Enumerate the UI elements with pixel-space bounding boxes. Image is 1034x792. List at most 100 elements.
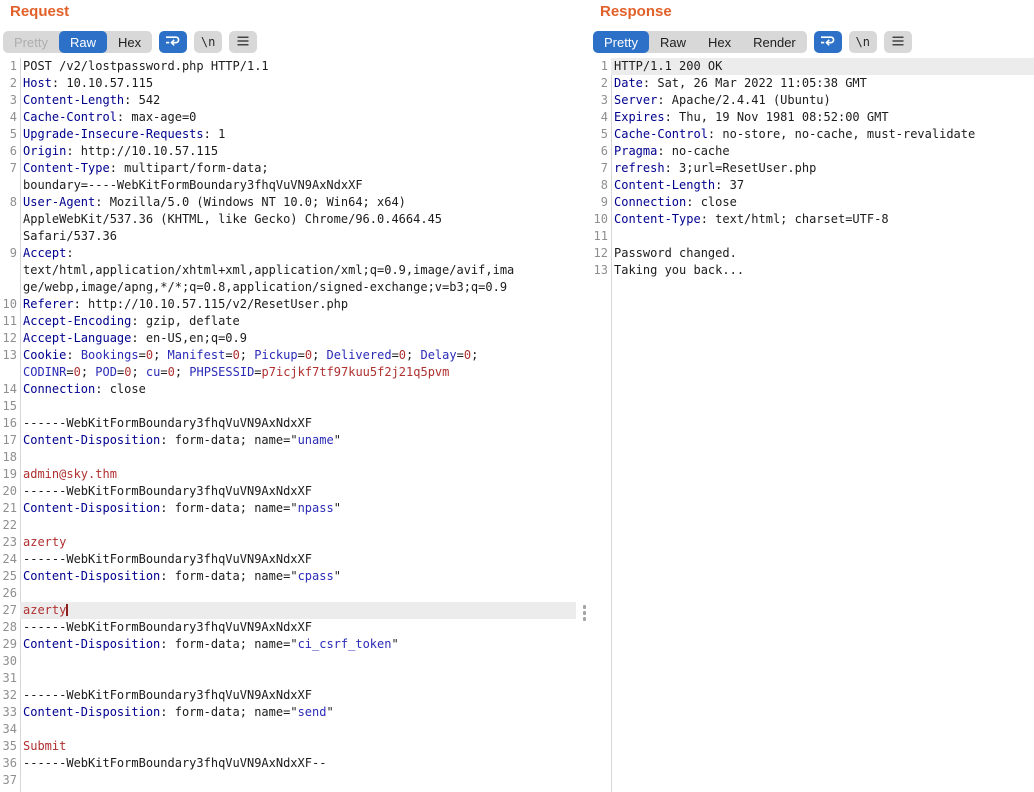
line-number: 13 (590, 262, 611, 279)
code-row[interactable]: 32------WebKitFormBoundary3fhqVuVN9AxNdx… (0, 687, 576, 704)
request-view-tabs: PrettyRawHex (3, 31, 152, 53)
line-number: 9 (590, 194, 611, 211)
line-number: 5 (590, 126, 611, 143)
code-row[interactable]: 24------WebKitFormBoundary3fhqVuVN9AxNdx… (0, 551, 576, 568)
editor-menu-button[interactable] (229, 31, 257, 53)
code-row[interactable]: 28------WebKitFormBoundary3fhqVuVN9AxNdx… (0, 619, 576, 636)
code-row[interactable]: 33Content-Disposition: form-data; name="… (0, 704, 576, 721)
line-number: 7 (590, 160, 611, 177)
code-row[interactable]: 10Content-Type: text/html; charset=UTF-8 (590, 211, 1034, 228)
show-newlines-button[interactable]: \n (194, 31, 222, 53)
code-row[interactable]: 17Content-Disposition: form-data; name="… (0, 432, 576, 449)
code-row[interactable]: 7refresh: 3;url=ResetUser.php (590, 160, 1034, 177)
code-row[interactable]: 1HTTP/1.1 200 OK (590, 58, 1034, 75)
line-number (0, 177, 20, 194)
line-number: 1 (0, 58, 20, 75)
line-number: 6 (0, 143, 20, 160)
code-row[interactable]: 5Cache-Control: no-store, no-cache, must… (590, 126, 1034, 143)
line-number: 28 (0, 619, 20, 636)
code-row[interactable]: 21Content-Disposition: form-data; name="… (0, 500, 576, 517)
code-row[interactable]: 1POST /v2/lostpassword.php HTTP/1.1 (0, 58, 576, 75)
request-editor[interactable]: 1POST /v2/lostpassword.php HTTP/1.12Host… (0, 58, 576, 792)
code-row[interactable]: 7Content-Type: multipart/form-data; (0, 160, 576, 177)
code-row[interactable]: 8Content-Length: 37 (590, 177, 1034, 194)
request-tab-pretty[interactable]: Pretty (3, 31, 59, 53)
request-tab-hex[interactable]: Hex (107, 31, 152, 53)
code-row[interactable]: boundary=----WebKitFormBoundary3fhqVuVN9… (0, 177, 576, 194)
editor-menu-button[interactable] (884, 31, 912, 53)
response-toolbar: PrettyRawHexRender \n (593, 31, 912, 53)
code-row[interactable]: 4Cache-Control: max-age=0 (0, 109, 576, 126)
code-row[interactable]: 31 (0, 670, 576, 687)
code-row[interactable]: 12Accept-Language: en-US,en;q=0.9 (0, 330, 576, 347)
code-row[interactable]: 26 (0, 585, 576, 602)
code-row[interactable]: CODINR=0; POD=0; cu=0; PHPSESSID=p7icjkf… (0, 364, 576, 381)
request-panel: Request PrettyRawHex \n (0, 0, 588, 792)
code-row[interactable]: 37 (0, 772, 576, 789)
response-tab-render[interactable]: Render (742, 31, 807, 53)
code-row[interactable]: 30 (0, 653, 576, 670)
code-row[interactable]: Safari/537.36 (0, 228, 576, 245)
code-row[interactable]: 14Connection: close (0, 381, 576, 398)
code-row[interactable]: 27azerty (0, 602, 576, 619)
response-tab-pretty[interactable]: Pretty (593, 31, 649, 53)
code-row[interactable]: AppleWebKit/537.36 (KHTML, like Gecko) C… (0, 211, 576, 228)
code-row[interactable]: 6Origin: http://10.10.57.115 (0, 143, 576, 160)
code-row[interactable]: 3Content-Length: 542 (0, 92, 576, 109)
code-row[interactable]: 12Password changed. (590, 245, 1034, 262)
line-number: 1 (590, 58, 611, 75)
hamburger-menu-icon (236, 35, 250, 50)
code-row[interactable]: 13Taking you back... (590, 262, 1034, 279)
code-row[interactable]: 34 (0, 721, 576, 738)
code-row[interactable]: 35Submit (0, 738, 576, 755)
code-row[interactable]: 15 (0, 398, 576, 415)
wrap-lines-icon (820, 34, 836, 50)
code-row[interactable]: 36------WebKitFormBoundary3fhqVuVN9AxNdx… (0, 755, 576, 772)
line-number: 8 (590, 177, 611, 194)
response-panel: Response PrettyRawHexRender \n (590, 0, 1034, 792)
code-row[interactable]: 29Content-Disposition: form-data; name="… (0, 636, 576, 653)
code-row[interactable]: 5Upgrade-Insecure-Requests: 1 (0, 126, 576, 143)
code-row[interactable]: 6Pragma: no-cache (590, 143, 1034, 160)
line-number (0, 279, 20, 296)
code-row[interactable]: 13Cookie: Bookings=0; Manifest=0; Pickup… (0, 347, 576, 364)
code-row[interactable]: 9Connection: close (590, 194, 1034, 211)
code-row[interactable]: 2Date: Sat, 26 Mar 2022 11:05:38 GMT (590, 75, 1034, 92)
line-number: 34 (0, 721, 20, 738)
response-panel-title: Response (600, 3, 672, 20)
code-row[interactable]: 9Accept: (0, 245, 576, 262)
response-editor[interactable]: 1HTTP/1.1 200 OK2Date: Sat, 26 Mar 2022 … (590, 58, 1034, 792)
line-number: 30 (0, 653, 20, 670)
line-number: 2 (590, 75, 611, 92)
inline-menu-button[interactable] (583, 605, 587, 621)
show-newlines-button[interactable]: \n (849, 31, 877, 53)
code-row[interactable]: 20------WebKitFormBoundary3fhqVuVN9AxNdx… (0, 483, 576, 500)
code-row[interactable]: text/html,application/xhtml+xml,applicat… (0, 262, 576, 279)
code-row[interactable]: 10Referer: http://10.10.57.115/v2/ResetU… (0, 296, 576, 313)
code-row[interactable]: 3Server: Apache/2.4.41 (Ubuntu) (590, 92, 1034, 109)
request-tab-raw[interactable]: Raw (59, 31, 107, 53)
wrap-lines-button[interactable] (814, 31, 842, 53)
code-row[interactable]: 11 (590, 228, 1034, 245)
code-row[interactable]: 2Host: 10.10.57.115 (0, 75, 576, 92)
code-row[interactable]: 22 (0, 517, 576, 534)
line-number: 13 (0, 347, 20, 364)
line-number: 8 (0, 194, 20, 211)
code-row[interactable]: 23azerty (0, 534, 576, 551)
code-row[interactable]: ge/webp,image/apng,*/*;q=0.8,application… (0, 279, 576, 296)
line-number (0, 228, 20, 245)
line-number: 17 (0, 432, 20, 449)
line-number (0, 211, 20, 228)
response-tab-raw[interactable]: Raw (649, 31, 697, 53)
response-tab-hex[interactable]: Hex (697, 31, 742, 53)
code-row[interactable]: 19admin@sky.thm (0, 466, 576, 483)
code-row[interactable]: 18 (0, 449, 576, 466)
line-number: 22 (0, 517, 20, 534)
code-row[interactable]: 4Expires: Thu, 19 Nov 1981 08:52:00 GMT (590, 109, 1034, 126)
code-row[interactable]: 16------WebKitFormBoundary3fhqVuVN9AxNdx… (0, 415, 576, 432)
code-row[interactable]: 8User-Agent: Mozilla/5.0 (Windows NT 10.… (0, 194, 576, 211)
code-row[interactable]: 25Content-Disposition: form-data; name="… (0, 568, 576, 585)
code-row[interactable]: 11Accept-Encoding: gzip, deflate (0, 313, 576, 330)
wrap-lines-button[interactable] (159, 31, 187, 53)
line-number: 16 (0, 415, 20, 432)
